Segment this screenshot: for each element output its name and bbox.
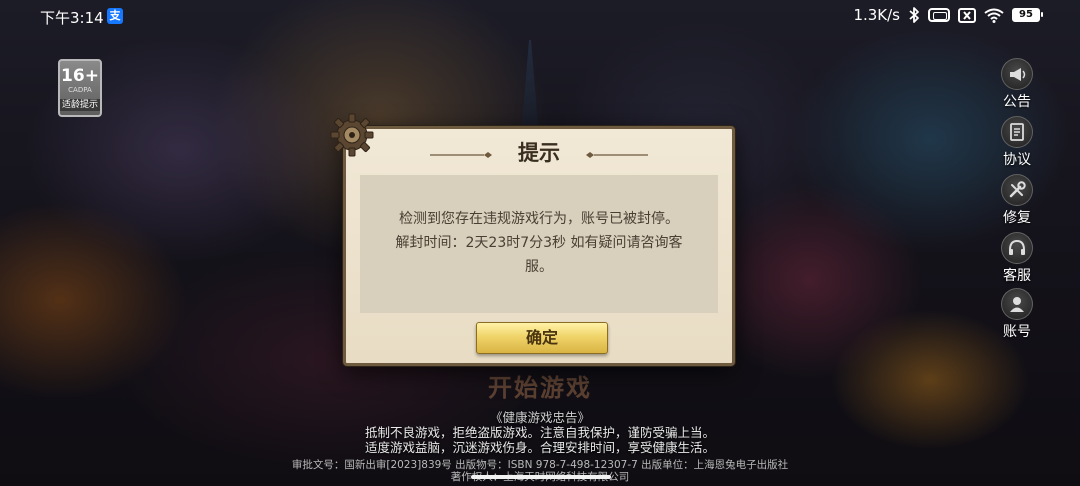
start-game-button[interactable]: 开始游戏 <box>0 368 1080 403</box>
dialog-message-line: 检测到您存在违规游戏行为，账号已被封停。 <box>399 211 679 227</box>
side-item-announcement[interactable]: 公告 <box>998 58 1036 111</box>
side-item-label: 协议 <box>1003 152 1031 168</box>
side-item-label: 公告 <box>1003 94 1031 110</box>
dialog-message-line: 解封时间：2天23时7分3秒 如有疑问请咨询客服。 <box>395 235 683 275</box>
status-bar: 下午3:14 支 1.3K/s 95 <box>0 0 1080 32</box>
age-rating-org: CADPA <box>68 86 92 94</box>
side-item-agreement[interactable]: 协议 <box>998 116 1036 169</box>
vibrate-icon <box>928 8 950 22</box>
dialog-title: 提示 <box>518 140 560 165</box>
side-item-label: 修复 <box>1003 210 1031 226</box>
document-icon <box>1001 116 1033 148</box>
megaphone-icon <box>1001 58 1033 90</box>
wifi-icon <box>984 8 1004 23</box>
age-rating: 16+ <box>61 66 99 86</box>
status-icons: 1.3K/s 95 <box>853 6 1043 24</box>
ornament-icon <box>586 152 648 158</box>
user-icon <box>1001 288 1033 320</box>
net-speed: 1.3K/s <box>853 6 900 24</box>
wrench-icon <box>1001 174 1033 206</box>
alert-dialog: 提示 检测到您存在违规游戏行为，账号已被封停。 解封时间：2天23时7分3秒 如… <box>330 113 735 366</box>
headset-icon <box>1001 232 1033 264</box>
side-item-label: 客服 <box>1003 268 1031 284</box>
health-notice-line: 抵制不良游戏，拒绝盗版游戏。注意自我保护，谨防受骗上当。 <box>364 425 715 440</box>
age-rating-label: 适龄提示 <box>60 99 100 111</box>
alipay-icon: 支 <box>107 8 123 24</box>
dialog-message: 检测到您存在违规游戏行为，账号已被封停。 解封时间：2天23时7分3秒 如有疑问… <box>360 175 718 313</box>
battery-icon: 95 <box>1012 8 1043 22</box>
side-item-label: 账号 <box>1003 324 1031 340</box>
no-sim-icon <box>958 7 976 23</box>
bluetooth-icon <box>909 7 919 23</box>
confirm-button[interactable]: 确定 <box>476 322 608 354</box>
side-item-repair[interactable]: 修复 <box>998 174 1036 227</box>
home-indicator[interactable] <box>471 475 611 479</box>
health-notice-title: 《健康游戏忠告》 <box>489 410 590 425</box>
side-item-account[interactable]: 账号 <box>998 288 1036 341</box>
dialog-header: 提示 <box>346 129 732 173</box>
health-notice-line: 适度游戏益脑，沉迷游戏伤身。合理安排时间，享受健康生活。 <box>364 440 715 455</box>
side-item-customer-service[interactable]: 客服 <box>998 232 1036 285</box>
status-time: 下午3:14 <box>40 9 104 27</box>
health-notice: 《健康游戏忠告》 抵制不良游戏，拒绝盗版游戏。注意自我保护，谨防受骗上当。 适度… <box>0 410 1080 455</box>
age-rating-badge[interactable]: 16+ CADPA 适龄提示 <box>58 59 102 117</box>
